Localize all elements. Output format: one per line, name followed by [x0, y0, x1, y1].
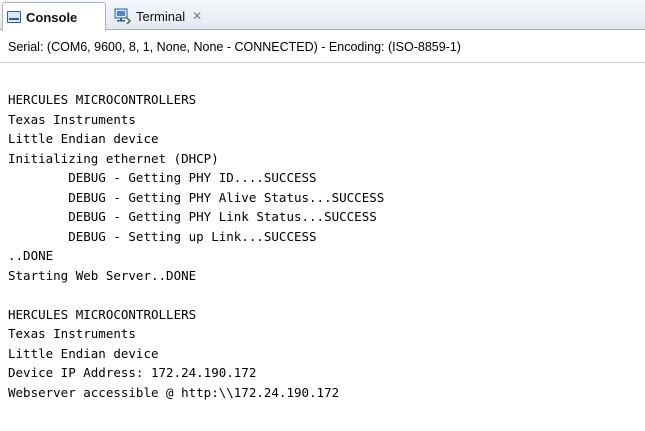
- console-line: DEBUG - Getting PHY Link Status...SUCCES…: [8, 209, 377, 224]
- terminal-output[interactable]: HERCULES MICROCONTROLLERS Texas Instrumen…: [8, 90, 638, 402]
- close-icon[interactable]: ✕: [192, 9, 202, 23]
- console-line: Little Endian device: [8, 345, 159, 361]
- console-line: Device IP Address: 172.24.190.172: [8, 365, 257, 380]
- terminal-icon: [114, 8, 132, 25]
- console-line: DEBUG - Setting up Link...SUCCESS: [8, 228, 317, 244]
- tab-console[interactable]: Console: [2, 2, 106, 31]
- console-line: HERCULES MICROCONTROLLERS: [8, 92, 197, 107]
- console-icon: [7, 11, 21, 23]
- console-line: Texas Instruments: [8, 326, 136, 341]
- console-line: Starting Web Server..DONE: [8, 267, 197, 283]
- tab-console-label: Console: [26, 9, 78, 25]
- divider: [0, 62, 645, 63]
- connection-status: Serial: (COM6, 9600, 8, 1, None, None - …: [8, 40, 461, 54]
- tab-terminal[interactable]: Terminal ✕: [110, 2, 250, 30]
- console-line: Initializing ethernet (DHCP): [8, 150, 219, 166]
- console-line: DEBUG - Getting PHY ID....SUCCESS: [8, 170, 317, 185]
- console-line: DEBUG - Getting PHY Alive Status...SUCCE…: [8, 189, 385, 205]
- console-line: ..DONE: [8, 248, 54, 263]
- console-line: HERCULES MICROCONTROLLERS: [8, 306, 197, 322]
- console-line: Little Endian device: [8, 131, 159, 146]
- console-line: Webserver accessible @ http:\\172.24.190…: [8, 384, 340, 400]
- view-tab-bar: Console Terminal ✕: [0, 0, 645, 31]
- console-line: Texas Instruments: [8, 111, 136, 127]
- tab-terminal-label: Terminal: [136, 8, 186, 24]
